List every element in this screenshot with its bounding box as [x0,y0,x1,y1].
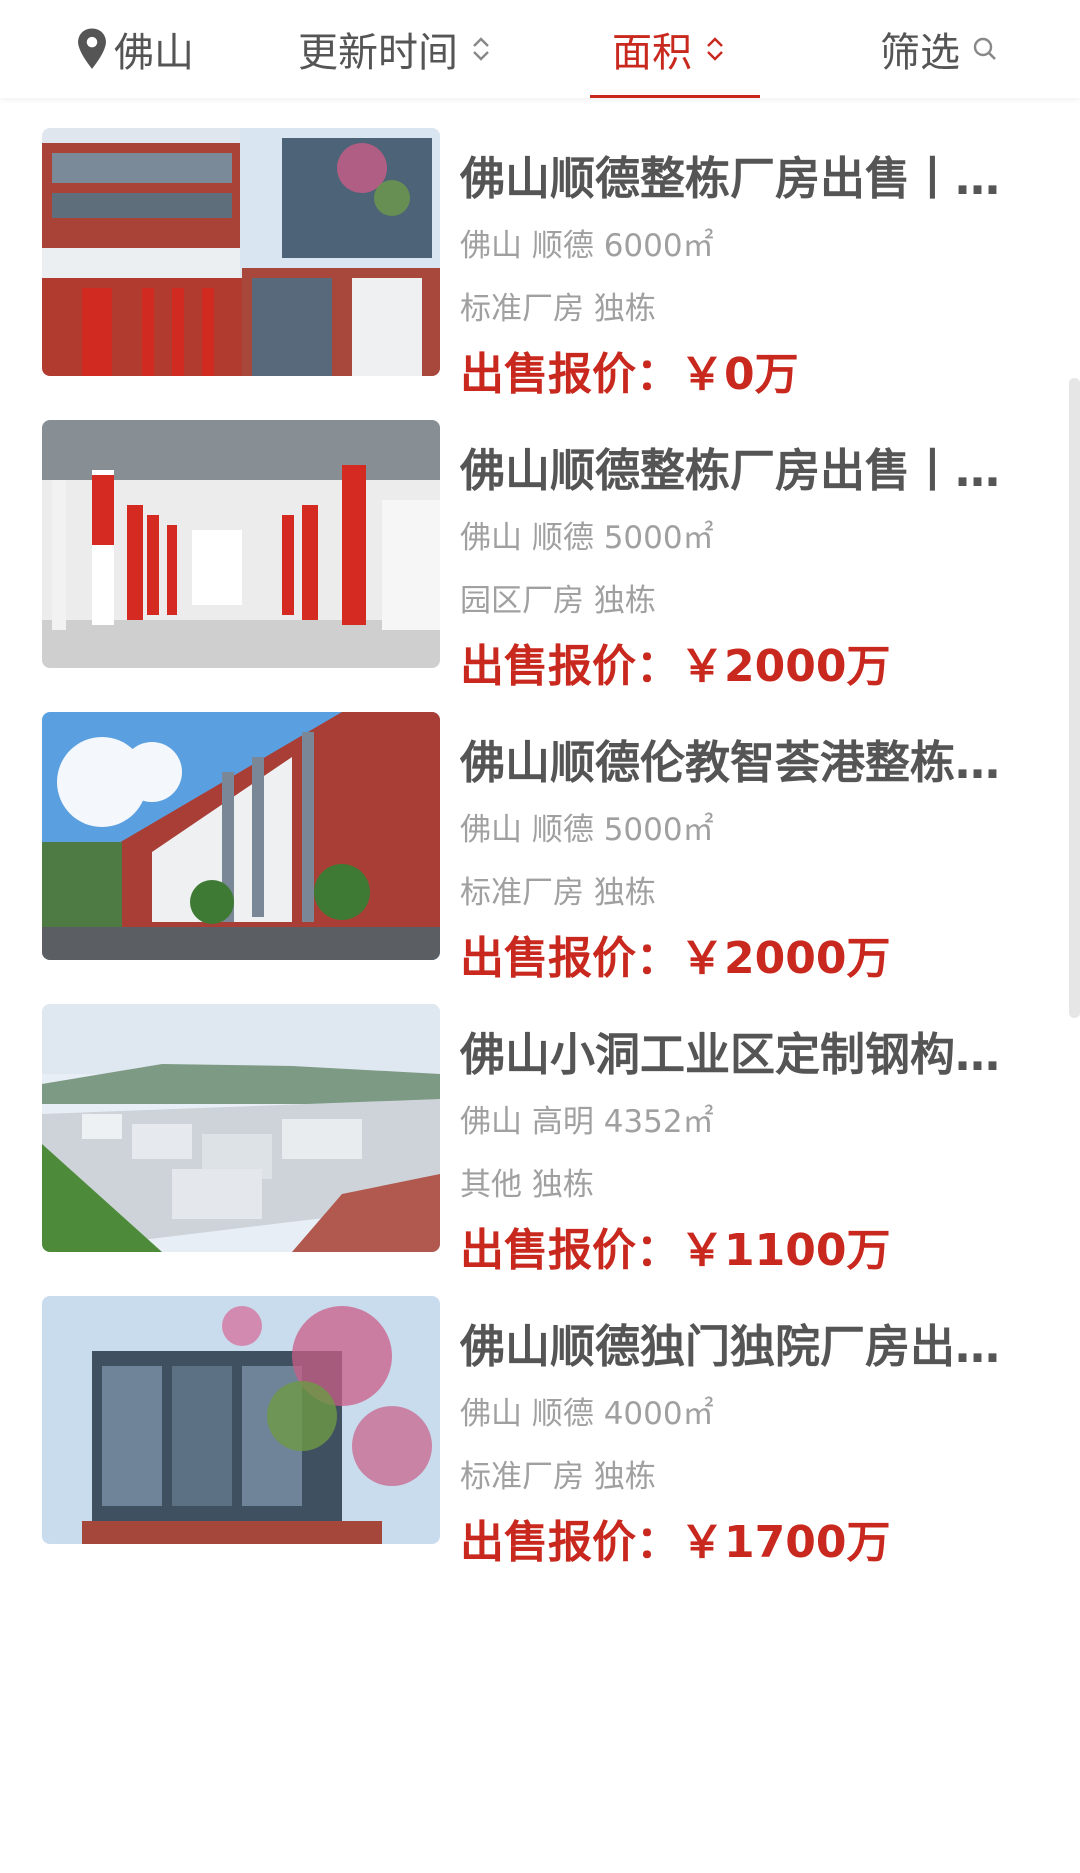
sort-icon [473,37,489,61]
tab-update-time[interactable]: 更新时间 [298,0,492,98]
listing-title[interactable]: 佛山顺德整栋厂房出售丨5… [460,434,1020,499]
listing-tags: 标准厂房 独栋 [460,875,656,911]
listing-title[interactable]: 佛山小洞工业区定制钢构… [460,1018,1020,1083]
price-value: ￥1700万 [680,1517,891,1568]
listing-item[interactable]: 佛山顺德整栋厂房出售丨… 佛山 顺德 6000㎡ 标准厂房 独栋 出售报价：￥0… [0,98,1080,400]
listing-location-area: 佛山 顺德 4000㎡ [460,1396,714,1432]
listing-thumbnail[interactable] [42,1004,440,1252]
listing-title[interactable]: 佛山顺德伦教智荟港整栋… [460,726,1020,791]
filter-button[interactable]: 筛选 [880,0,998,98]
listing-price: 出售报价：￥1700万 [460,1506,890,1570]
listing-location-area: 佛山 顺德 5000㎡ [460,520,714,556]
listing-location-area: 佛山 顺德 6000㎡ [460,228,714,264]
location-label: 佛山 [114,30,194,76]
listing-title[interactable]: 佛山顺德独门独院厂房出… [460,1310,1020,1375]
listing-item[interactable]: 佛山顺德整栋厂房出售丨5… 佛山 顺德 5000㎡ 园区厂房 独栋 出售报价：￥… [0,390,1080,692]
search-icon [973,37,996,60]
sort-icon [707,37,723,61]
listing-tags: 标准厂房 独栋 [460,1459,656,1495]
listing-tags: 标准厂房 独栋 [460,291,656,327]
listing-item[interactable]: 佛山顺德独门独院厂房出… 佛山 顺德 4000㎡ 标准厂房 独栋 出售报价：￥1… [0,1266,1080,1568]
price-label: 出售报价： [460,1517,680,1568]
listing-item[interactable]: 佛山小洞工业区定制钢构… 佛山 高明 4352㎡ 其他 独栋 出售报价：￥110… [0,974,1080,1276]
tab-area-label: 面积 [612,30,692,76]
listing-thumbnail[interactable] [42,420,440,668]
listing-location-area: 佛山 顺德 5000㎡ [460,812,714,848]
listing-thumbnail[interactable] [42,712,440,960]
location-selector[interactable]: 佛山 [74,0,194,98]
listing-thumbnail[interactable] [42,1296,440,1544]
listing-tags: 其他 独栋 [460,1167,594,1203]
filter-label: 筛选 [880,30,960,76]
scrollbar[interactable] [1069,378,1080,1018]
location-pin-icon [78,28,106,69]
listing-location-area: 佛山 高明 4352㎡ [460,1104,714,1140]
listing-tags: 园区厂房 独栋 [460,583,656,619]
listing-item[interactable]: 佛山顺德伦教智荟港整栋… 佛山 顺德 5000㎡ 标准厂房 独栋 出售报价：￥2… [0,682,1080,984]
tab-update-time-label: 更新时间 [298,30,458,76]
tab-area[interactable]: 面积 [612,0,726,98]
filter-bar: 佛山 更新时间 面积 筛选 [0,0,1080,98]
listing-thumbnail[interactable] [42,128,440,376]
listing-title[interactable]: 佛山顺德整栋厂房出售丨… [460,142,1020,207]
active-tab-indicator [590,95,760,98]
